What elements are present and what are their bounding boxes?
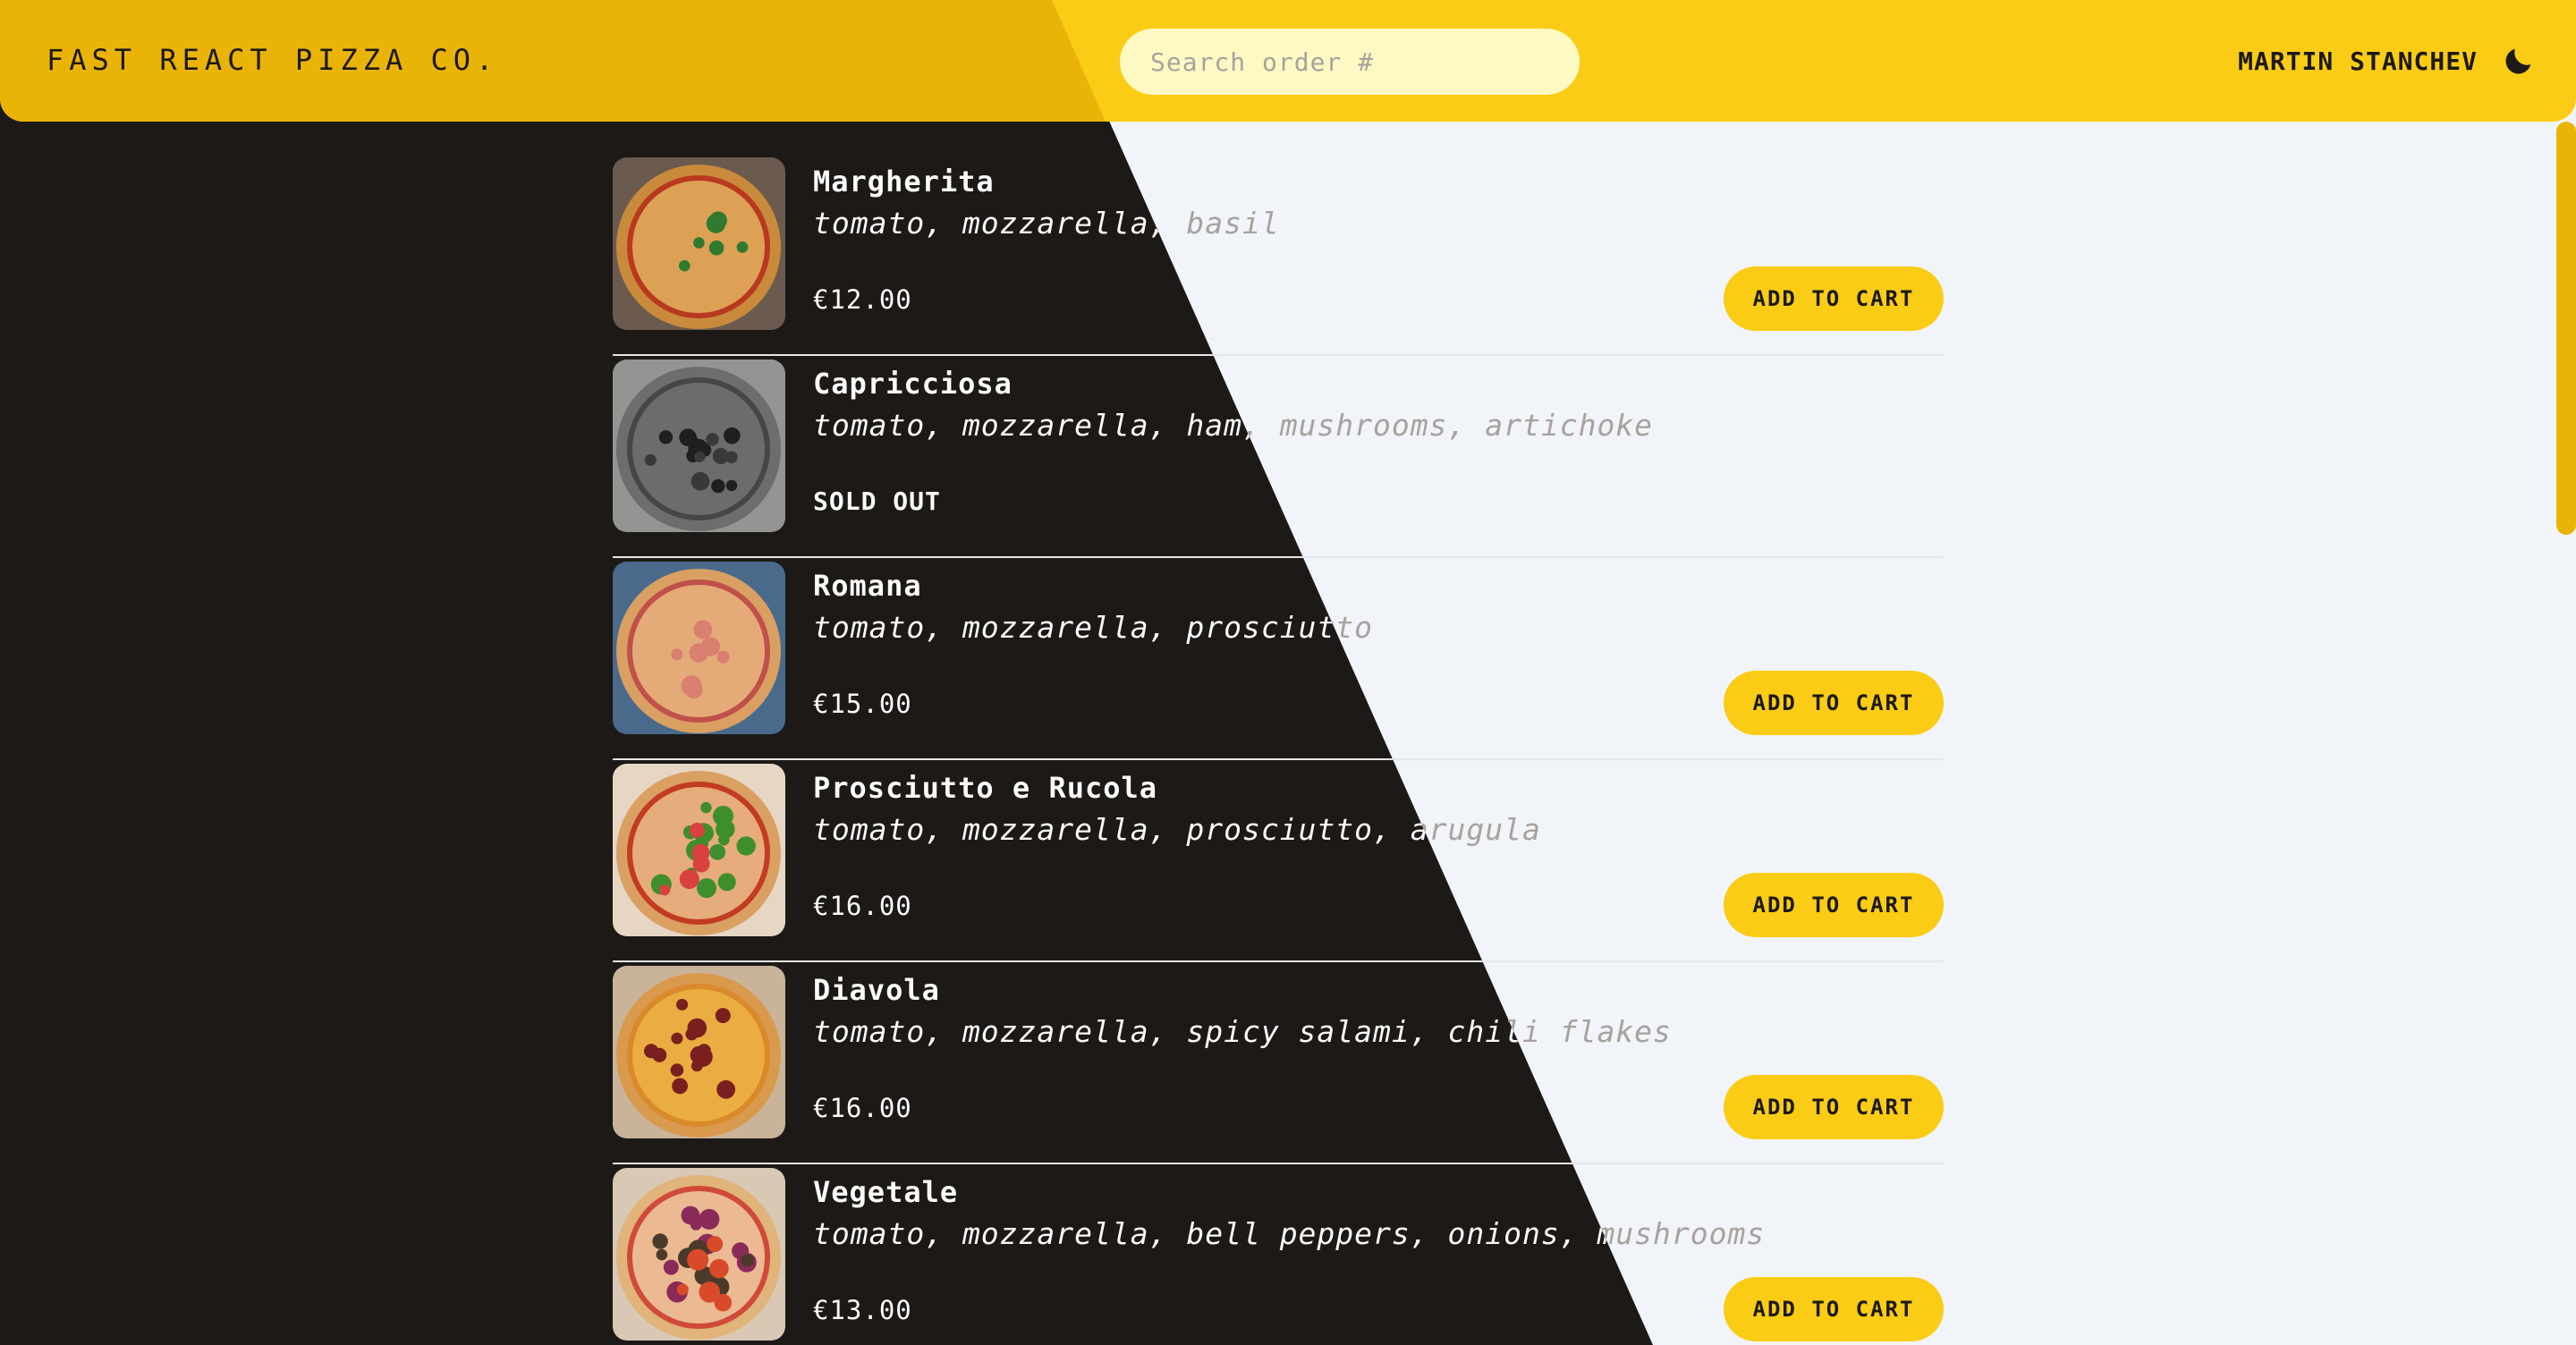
prosciutto-rucola-pizza-photo	[613, 764, 785, 936]
username: MARTIN STANCHEV	[2238, 47, 2478, 76]
menu-item: Romana tomato, mozzarella, prosciutto €1…	[613, 558, 1944, 760]
add-to-cart-button[interactable]: ADD TO CART	[1724, 1277, 1944, 1341]
pizza-ingredients: tomato, mozzarella, prosciutto	[813, 610, 1374, 645]
search-order-input[interactable]	[1120, 29, 1580, 95]
pizza-name: Vegetale	[813, 1175, 959, 1209]
pizza-name: Capricciosa	[813, 367, 1013, 401]
pizza-price: €12.00	[813, 284, 912, 315]
romana-pizza-photo	[613, 562, 785, 734]
vegetale-pizza-photo	[613, 1168, 785, 1341]
add-to-cart-button[interactable]: ADD TO CART	[1724, 266, 1944, 331]
menu-item: Capricciosa tomato, mozzarella, ham, mus…	[613, 356, 1944, 558]
add-to-cart-button[interactable]: ADD TO CART	[1724, 671, 1944, 735]
header: FAST REACT PIZZA CO. MARTIN STANCHEV	[0, 0, 2576, 122]
pizza-price: €15.00	[813, 689, 912, 719]
pizza-name: Margherita	[813, 165, 995, 199]
pizza-price: €13.00	[813, 1295, 912, 1325]
margherita-pizza-photo	[613, 157, 785, 330]
pizza-name: Diavola	[813, 973, 940, 1007]
pizza-price: €16.00	[813, 1093, 912, 1123]
capricciosa-pizza-photo	[613, 360, 785, 532]
menu-item: Vegetale tomato, mozzarella, bell pepper…	[613, 1164, 1944, 1345]
menu-item: Margherita tomato, mozzarella, basil €12…	[613, 154, 1944, 356]
add-to-cart-button[interactable]: ADD TO CART	[1724, 873, 1944, 937]
pizza-price: €16.00	[813, 891, 912, 921]
pizza-name: Prosciutto e Rucola	[813, 771, 1158, 805]
moon-icon[interactable]	[2501, 43, 2537, 79]
diavola-pizza-photo	[613, 966, 785, 1138]
add-to-cart-button[interactable]: ADD TO CART	[1724, 1075, 1944, 1139]
logo-link[interactable]: FAST REACT PIZZA CO.	[47, 43, 498, 77]
sold-out-label: SOLD OUT	[813, 486, 941, 516]
pizza-name: Romana	[813, 569, 922, 603]
menu-list: Margherita tomato, mozzarella, basil €12…	[613, 154, 1944, 1345]
scrollbar[interactable]	[2556, 122, 2576, 535]
menu-item: Diavola tomato, mozzarella, spicy salami…	[613, 962, 1944, 1164]
menu-item: Prosciutto e Rucola tomato, mozzarella, …	[613, 760, 1944, 962]
